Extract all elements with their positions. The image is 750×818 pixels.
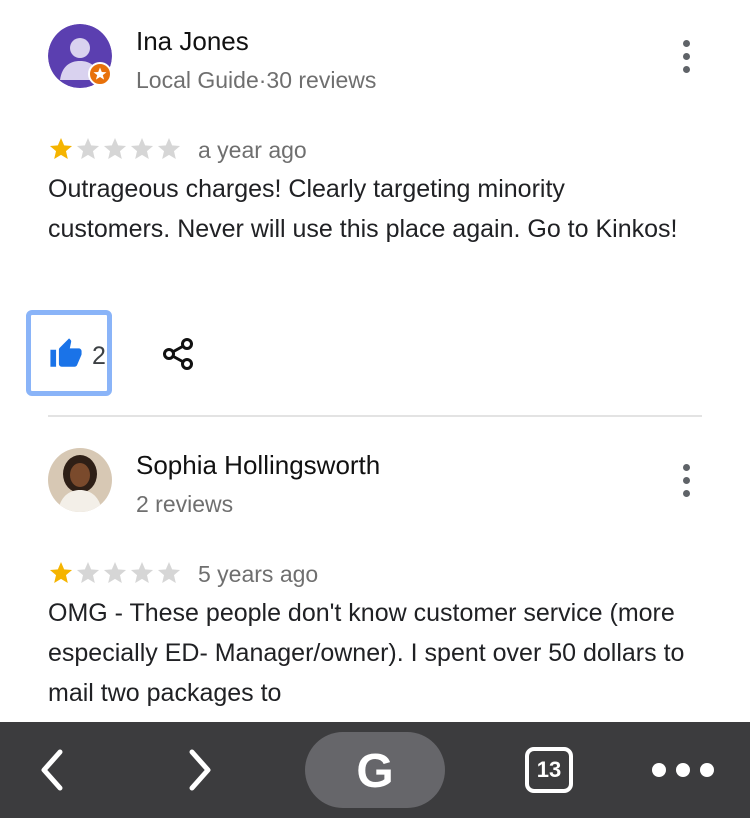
star-empty-icon: [76, 137, 100, 159]
more-options-button[interactable]: [672, 458, 700, 502]
forward-button[interactable]: [180, 746, 220, 794]
avatar[interactable]: [48, 448, 112, 512]
chevron-right-icon: [189, 749, 211, 791]
star-empty-icon: [130, 137, 154, 159]
browser-menu-button[interactable]: [652, 758, 714, 782]
star-filled-icon: [49, 137, 73, 159]
star-empty-icon: [157, 137, 181, 159]
kebab-dot-icon: [682, 489, 690, 497]
tab-count: 13: [536, 757, 562, 782]
star-empty-icon: [103, 137, 127, 159]
kebab-dot-icon: [682, 52, 690, 60]
author-name[interactable]: Ina Jones: [136, 26, 249, 57]
kebab-dot-icon: [682, 463, 690, 471]
menu-dot-icon: [676, 763, 690, 777]
menu-dot-icon: [700, 763, 714, 777]
user-photo-icon: [48, 448, 112, 512]
like-count: 2: [92, 342, 106, 370]
star-empty-icon: [103, 561, 127, 583]
review-actions: 2: [0, 310, 750, 396]
svg-text:G: G: [356, 745, 393, 795]
author-meta[interactable]: Local Guide·30 reviews: [136, 67, 376, 94]
star-rating: [48, 560, 182, 586]
review-text: Outrageous charges! Clearly targeting mi…: [48, 175, 678, 243]
kebab-dot-icon: [682, 65, 690, 73]
back-button[interactable]: [32, 746, 72, 794]
google-g-icon: G: [356, 745, 393, 795]
star-empty-icon: [157, 561, 181, 583]
browser-toolbar: G 13: [0, 722, 750, 818]
thumbs-up-icon: [50, 338, 82, 367]
chevron-left-icon: [41, 749, 63, 791]
star-empty-icon: [130, 561, 154, 583]
author-name[interactable]: Sophia Hollingsworth: [136, 450, 380, 481]
review-date: 5 years ago: [198, 561, 319, 587]
share-button[interactable]: [160, 336, 196, 372]
menu-dot-icon: [652, 763, 666, 777]
kebab-dot-icon: [682, 476, 690, 484]
review-date: a year ago: [198, 137, 307, 163]
like-button[interactable]: 2: [26, 310, 112, 396]
review-card: Ina Jones Local Guide·30 reviews a year …: [0, 0, 750, 416]
tab-switcher-button[interactable]: 13: [525, 747, 573, 793]
more-options-button[interactable]: [672, 34, 700, 78]
review-card: Sophia Hollingsworth 2 reviews 5 years a…: [0, 424, 750, 722]
review-divider: [48, 415, 702, 417]
share-icon: [163, 338, 193, 370]
star-empty-icon: [76, 561, 100, 583]
author-meta[interactable]: 2 reviews: [136, 491, 233, 518]
star-filled-icon: [49, 561, 73, 583]
review-text: OMG - These people don't know customer s…: [48, 599, 685, 707]
google-search-button[interactable]: G: [305, 732, 445, 808]
kebab-dot-icon: [682, 39, 690, 47]
star-rating: [48, 136, 182, 162]
local-guide-badge-icon: [88, 62, 112, 86]
